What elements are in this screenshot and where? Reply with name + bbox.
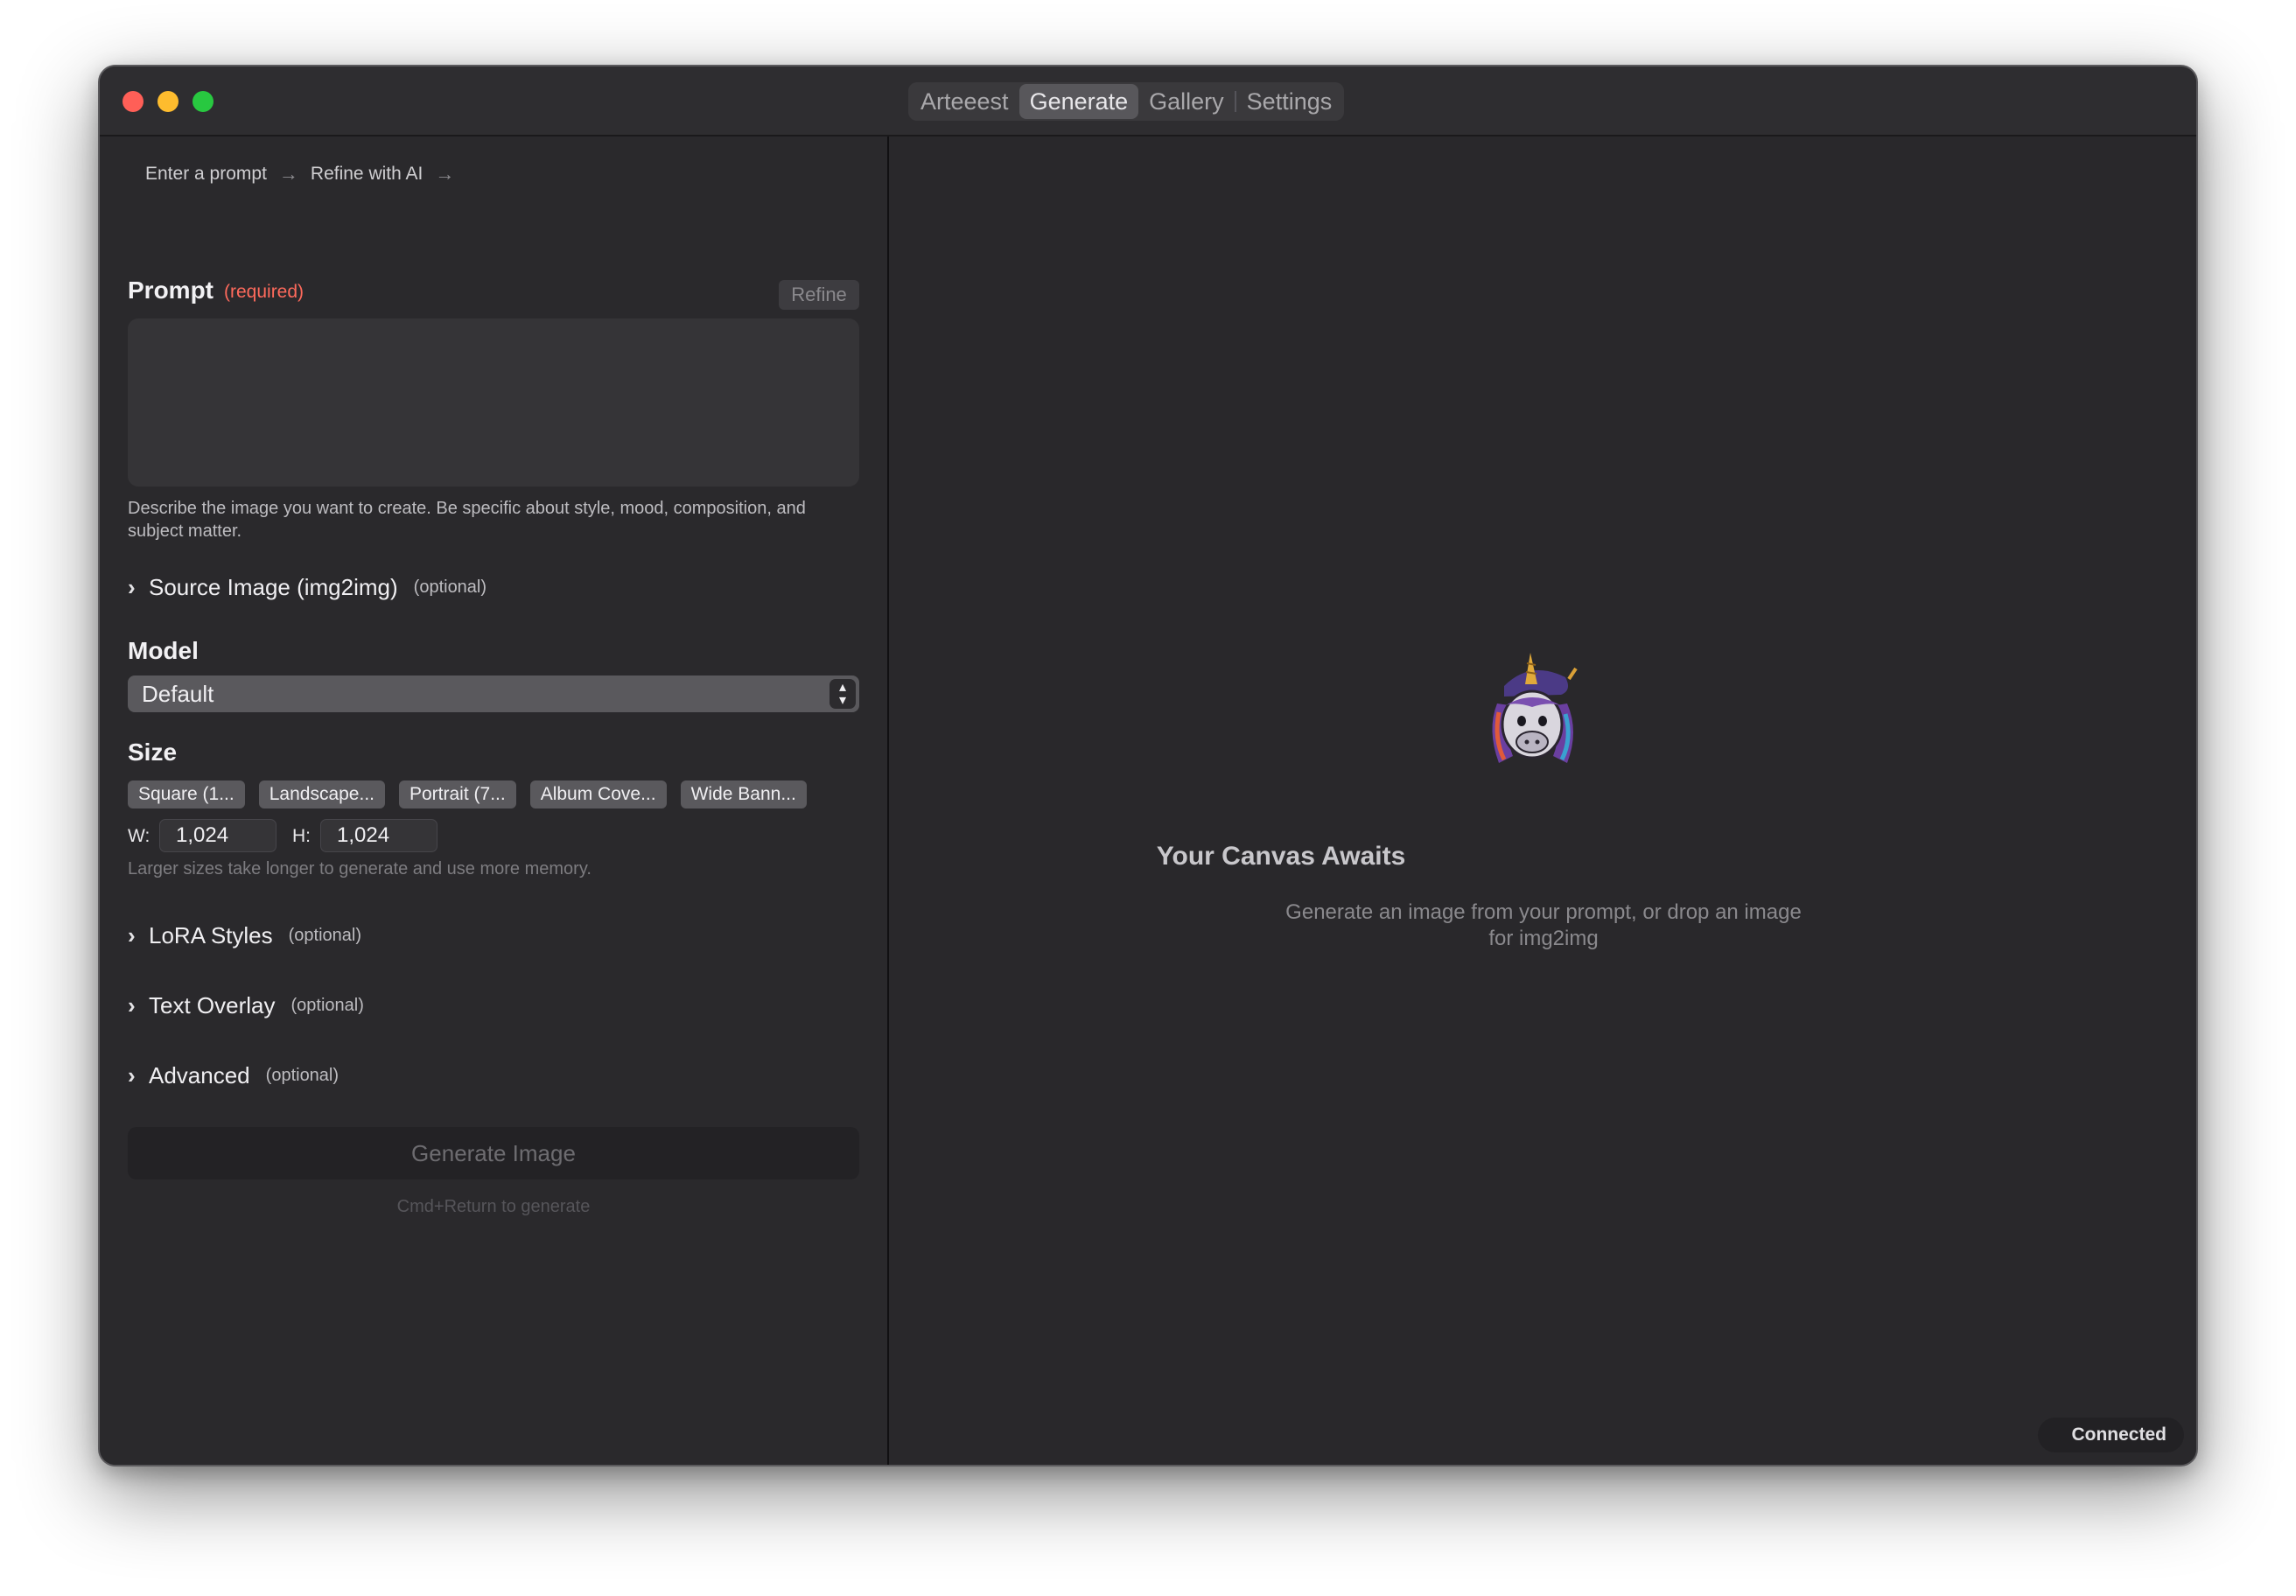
size-preset-portrait[interactable]: Portrait (7... xyxy=(399,780,516,808)
text-overlay-disclosure[interactable]: › Text Overlay (optional) xyxy=(128,992,364,1019)
arrow-right-icon: → xyxy=(435,163,455,185)
optional-tag: (optional) xyxy=(265,1066,340,1085)
optional-tag: (optional) xyxy=(413,578,487,597)
breadcrumb: Enter a prompt → Refine with AI → xyxy=(145,163,454,186)
optional-tag: (optional) xyxy=(288,926,362,945)
empty-state-title: Your Canvas Awaits xyxy=(1156,842,1406,871)
canvas-panel[interactable]: Your Canvas Awaits Generate an image fro… xyxy=(889,136,2196,1465)
arrow-right-icon: → xyxy=(278,163,298,185)
lora-styles-label: LoRA Styles xyxy=(149,922,273,948)
source-image-disclosure[interactable]: › Source Image (img2img) (optional) xyxy=(128,574,486,601)
tab-gallery[interactable]: Gallery xyxy=(1138,84,1235,119)
size-preset-album-cover[interactable]: Album Cove... xyxy=(529,780,667,808)
prompt-label: Prompt xyxy=(128,276,214,304)
size-preset-wide-banner[interactable]: Wide Bann... xyxy=(680,780,807,808)
model-selected-value: Default xyxy=(142,681,214,707)
text-overlay-label: Text Overlay xyxy=(149,992,276,1018)
connection-status-badge: Connected xyxy=(2038,1418,2184,1452)
optional-tag: (optional) xyxy=(290,996,364,1015)
unicorn-mascot-icon xyxy=(1492,653,1578,763)
required-indicator: (required) xyxy=(224,282,304,302)
title-bar: Arteeest Generate Gallery Settings xyxy=(100,66,2196,136)
chevron-updown-icon: ▴ ▾ xyxy=(830,679,856,709)
chevron-right-icon: › xyxy=(128,1062,136,1088)
breadcrumb-step-refine: Refine with AI xyxy=(310,164,424,184)
empty-state-subtitle: Generate an image from your prompt, or d… xyxy=(1285,900,1802,950)
width-input[interactable]: 1,024 xyxy=(159,819,276,852)
minimize-window-button[interactable] xyxy=(158,91,178,112)
tab-arteeest[interactable]: Arteeest xyxy=(910,84,1019,119)
close-window-button[interactable] xyxy=(122,91,144,112)
breadcrumb-step-prompt: Enter a prompt xyxy=(145,164,267,184)
size-preset-landscape[interactable]: Landscape... xyxy=(258,780,385,808)
tab-settings[interactable]: Settings xyxy=(1236,84,1343,119)
generate-shortcut-hint: Cmd+Return to generate xyxy=(396,1197,591,1216)
model-label: Model xyxy=(128,637,199,664)
refine-button[interactable]: Refine xyxy=(779,280,859,310)
sidebar-panel: Enter a prompt → Refine with AI → Prompt… xyxy=(100,136,889,1465)
source-image-label: Source Image (img2img) xyxy=(149,574,398,600)
size-presets: Square (1... Landscape... Portrait (7...… xyxy=(128,780,807,808)
chevron-right-icon: › xyxy=(128,574,136,600)
height-input[interactable]: 1,024 xyxy=(320,819,438,852)
chevron-right-icon: › xyxy=(128,992,136,1018)
height-label: H: xyxy=(292,826,311,846)
app-window: Arteeest Generate Gallery Settings Enter… xyxy=(98,65,2198,1466)
prompt-help-text: Describe the image you want to create. B… xyxy=(128,499,806,541)
zoom-window-button[interactable] xyxy=(192,91,214,112)
advanced-label: Advanced xyxy=(149,1062,250,1088)
size-preset-square[interactable]: Square (1... xyxy=(128,780,245,808)
advanced-disclosure[interactable]: › Advanced (optional) xyxy=(128,1062,339,1089)
model-select[interactable]: Default ▴ ▾ xyxy=(128,676,859,712)
lora-styles-disclosure[interactable]: › LoRA Styles (optional) xyxy=(128,922,361,949)
prompt-textarea[interactable] xyxy=(128,318,859,486)
size-hint: Larger sizes take longer to generate and… xyxy=(128,859,592,878)
generate-image-button[interactable]: Generate Image xyxy=(128,1127,859,1180)
tab-generate[interactable]: Generate xyxy=(1018,84,1139,119)
width-label: W: xyxy=(128,826,150,846)
chevron-right-icon: › xyxy=(128,922,136,948)
segmented-tabs: Arteeest Generate Gallery Settings xyxy=(908,82,1345,121)
size-label: Size xyxy=(128,738,178,766)
